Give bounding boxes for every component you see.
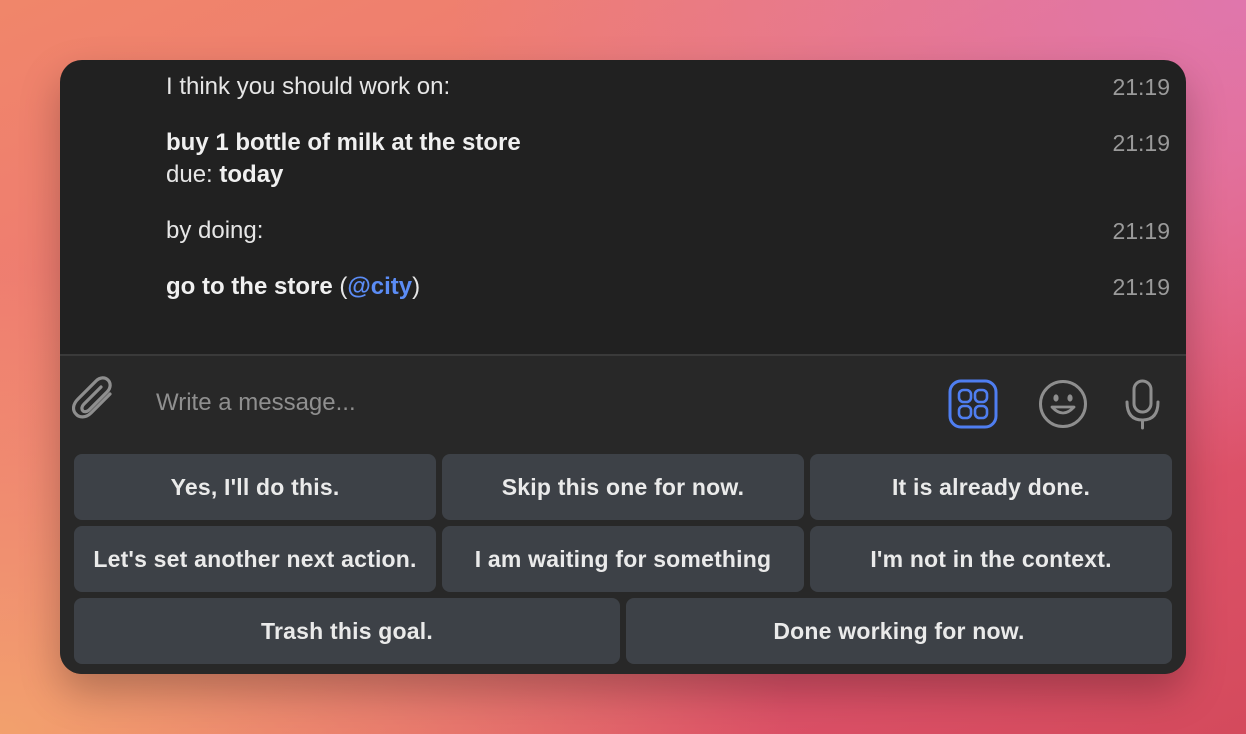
skip-button[interactable]: Skip this one for now. xyxy=(442,454,804,520)
message: by doing: 21:19 xyxy=(166,215,1170,247)
message: buy 1 bottle of milk at the store due: t… xyxy=(166,127,1170,191)
composer xyxy=(60,356,1186,448)
paren-close: ) xyxy=(412,273,421,300)
microphone-icon[interactable] xyxy=(1118,378,1168,430)
not-in-context-button[interactable]: I'm not in the context. xyxy=(810,526,1172,592)
paren-open: ( xyxy=(332,273,348,300)
action-text: go to the store xyxy=(166,273,333,300)
message-list: I think you should work on: 21:19 buy 1 … xyxy=(60,60,1186,354)
paperclip-icon[interactable] xyxy=(71,374,118,426)
trash-goal-button[interactable]: Trash this goal. xyxy=(74,598,620,664)
due-value: today xyxy=(219,161,284,188)
message-time: 21:19 xyxy=(1112,218,1170,244)
waiting-button[interactable]: I am waiting for something xyxy=(442,526,804,592)
set-next-action-button[interactable]: Let's set another next action. xyxy=(74,526,436,592)
message-text: I think you should work on: xyxy=(166,73,451,100)
already-done-button[interactable]: It is already done. xyxy=(810,454,1172,520)
message-input[interactable] xyxy=(154,382,918,424)
done-working-button[interactable]: Done working for now. xyxy=(626,598,1172,664)
message-time: 21:19 xyxy=(1112,130,1170,156)
message: go to the store (@city) 21:19 xyxy=(166,271,1170,303)
reply-keyboard: Yes, I'll do this. Skip this one for now… xyxy=(60,448,1186,674)
yes-do-this-button[interactable]: Yes, I'll do this. xyxy=(74,454,436,520)
message-time: 21:19 xyxy=(1112,274,1170,300)
mention-link[interactable]: @city xyxy=(347,273,412,300)
chat-window: I think you should work on: 21:19 buy 1 … xyxy=(60,60,1186,674)
bot-commands-icon[interactable] xyxy=(948,378,998,430)
message-text: by doing: xyxy=(166,217,264,244)
due-label: due: xyxy=(166,161,220,188)
message-time: 21:19 xyxy=(1112,74,1170,100)
emoji-icon[interactable] xyxy=(1038,378,1088,430)
goal-title: buy 1 bottle of milk at the store xyxy=(166,129,521,156)
message: I think you should work on: 21:19 xyxy=(166,71,1170,103)
